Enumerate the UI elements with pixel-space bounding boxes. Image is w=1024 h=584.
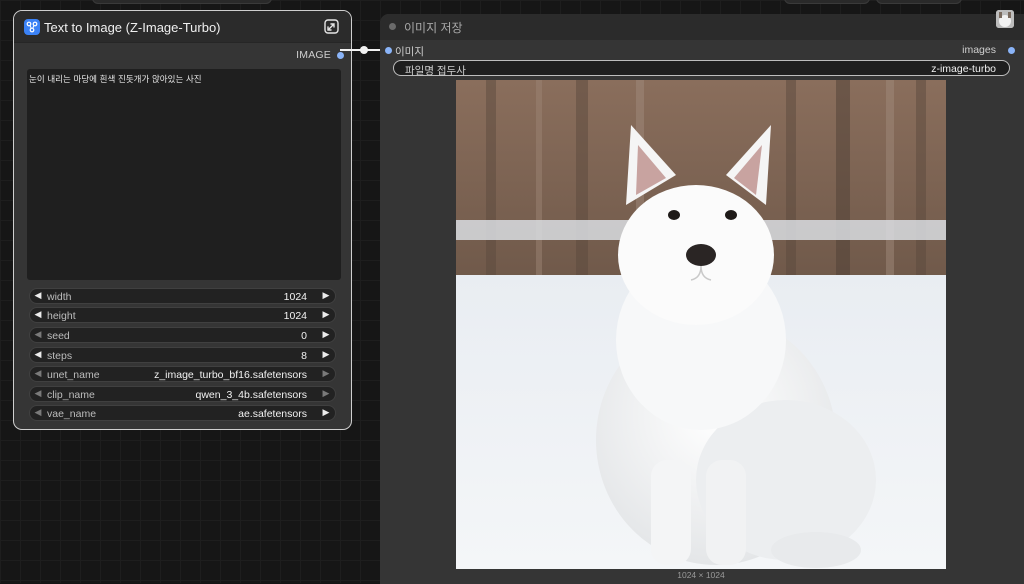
increment-arrow-icon[interactable]: ▶ bbox=[320, 388, 332, 399]
save-image-node[interactable]: 이미지 저장 이미지 images 파일명 접두사 z-image-turbo bbox=[380, 14, 1024, 584]
node-title: Text to Image (Z-Image-Turbo) bbox=[44, 20, 221, 35]
avatar[interactable] bbox=[996, 10, 1014, 28]
clip-name-widget[interactable]: ◀ clip_name qwen_3_4b.safetensors ▶ bbox=[29, 386, 336, 402]
widget-value: z-image-turbo bbox=[931, 63, 996, 75]
decrement-arrow-icon[interactable]: ◀ bbox=[32, 368, 44, 379]
open-subgraph-icon[interactable] bbox=[323, 18, 340, 35]
output-label: IMAGE bbox=[296, 49, 331, 61]
decrement-arrow-icon[interactable]: ◀ bbox=[32, 407, 44, 418]
white-dog-in-snow-image bbox=[456, 80, 946, 569]
widget-name: seed bbox=[47, 330, 70, 342]
top-bar-element bbox=[784, 0, 870, 4]
widget-name: height bbox=[47, 310, 76, 322]
top-bar-element bbox=[876, 0, 962, 4]
widget-name: 파일명 접두사 bbox=[405, 65, 466, 77]
increment-arrow-icon[interactable]: ▶ bbox=[320, 309, 332, 320]
top-bar-element bbox=[92, 0, 272, 4]
prompt-textarea[interactable]: 눈이 내리는 마당에 흰색 진돗개가 앉아있는 사진 bbox=[27, 69, 341, 280]
widget-value: z_image_turbo_bf16.safetensors bbox=[154, 369, 307, 381]
increment-arrow-icon[interactable]: ▶ bbox=[320, 290, 332, 301]
text-to-image-node[interactable]: Text to Image (Z-Image-Turbo) IMAGE 눈이 내… bbox=[13, 10, 352, 430]
decrement-arrow-icon[interactable]: ◀ bbox=[32, 290, 44, 301]
vae-name-widget[interactable]: ◀ vae_name ae.safetensors ▶ bbox=[29, 405, 336, 421]
output-slot-dot[interactable] bbox=[1008, 47, 1015, 54]
widget-name: clip_name bbox=[47, 389, 95, 401]
collapse-dot-icon[interactable] bbox=[389, 23, 396, 30]
subgraph-icon bbox=[24, 19, 40, 35]
image-preview[interactable] bbox=[456, 80, 946, 569]
output-label: images bbox=[962, 44, 996, 56]
widget-value: qwen_3_4b.safetensors bbox=[195, 389, 308, 401]
widget-value: 1024 bbox=[283, 291, 307, 303]
width-widget[interactable]: ◀ width 1024 ▶ bbox=[29, 288, 336, 304]
widget-name: steps bbox=[47, 350, 73, 362]
widget-value: 0 bbox=[301, 330, 307, 342]
decrement-arrow-icon[interactable]: ◀ bbox=[32, 388, 44, 399]
node-header[interactable]: 이미지 저장 bbox=[380, 14, 1024, 40]
widget-value: 1024 bbox=[283, 310, 307, 322]
increment-arrow-icon[interactable]: ▶ bbox=[320, 329, 332, 340]
node-header[interactable]: Text to Image (Z-Image-Turbo) bbox=[14, 11, 351, 43]
increment-arrow-icon[interactable]: ▶ bbox=[320, 407, 332, 418]
widget-name: vae_name bbox=[47, 408, 97, 420]
widget-value: 8 bbox=[301, 350, 307, 362]
image-dimensions: 1024 × 1024 bbox=[677, 570, 725, 580]
widget-name: width bbox=[47, 291, 72, 303]
increment-arrow-icon[interactable]: ▶ bbox=[320, 349, 332, 360]
graph-canvas[interactable]: Text to Image (Z-Image-Turbo) IMAGE 눈이 내… bbox=[0, 0, 1024, 584]
input-label: 이미지 bbox=[395, 46, 424, 58]
widget-value: ae.safetensors bbox=[238, 408, 307, 420]
increment-arrow-icon[interactable]: ▶ bbox=[320, 368, 332, 379]
steps-widget[interactable]: ◀ steps 8 ▶ bbox=[29, 347, 336, 363]
decrement-arrow-icon[interactable]: ◀ bbox=[32, 309, 44, 320]
decrement-arrow-icon[interactable]: ◀ bbox=[32, 349, 44, 360]
widget-name: unet_name bbox=[47, 369, 100, 381]
filename-prefix-widget[interactable]: 파일명 접두사 z-image-turbo bbox=[393, 60, 1010, 77]
decrement-arrow-icon[interactable]: ◀ bbox=[32, 329, 44, 340]
unet-name-widget[interactable]: ◀ unet_name z_image_turbo_bf16.safetenso… bbox=[29, 366, 336, 382]
input-slot-dot[interactable] bbox=[385, 47, 392, 54]
node-title: 이미지 저장 bbox=[404, 21, 463, 35]
output-slot-row: IMAGE bbox=[151, 48, 351, 64]
height-widget[interactable]: ◀ height 1024 ▶ bbox=[29, 307, 336, 323]
seed-widget[interactable]: ◀ seed 0 ▶ bbox=[29, 327, 336, 343]
